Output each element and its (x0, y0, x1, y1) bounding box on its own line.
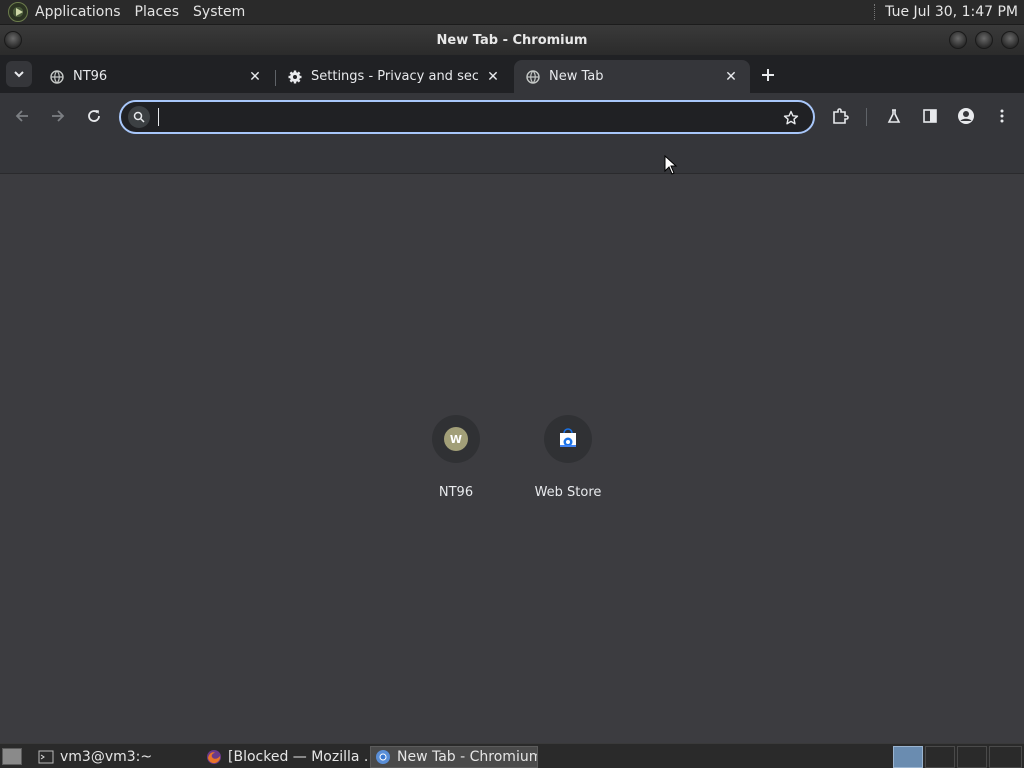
workspace-1[interactable] (893, 746, 923, 768)
places-menu[interactable]: Places (128, 0, 187, 24)
panel-menu-bar: Applications Places System (28, 0, 252, 24)
forward-button[interactable] (45, 103, 71, 129)
globe-icon (525, 69, 541, 85)
account-icon (958, 108, 974, 124)
workspace-3[interactable] (957, 746, 987, 768)
taskbar-label: New Tab - Chromium (397, 749, 538, 765)
terminal-icon (38, 750, 54, 764)
tab-settings[interactable]: Settings - Privacy and security ✕ (276, 60, 512, 93)
window-title: New Tab - Chromium (436, 32, 588, 48)
tab-strip: NT96 ✕ Settings - Privacy and security ✕… (0, 55, 1024, 93)
tab-title: New Tab (549, 69, 604, 84)
minimize-button[interactable] (949, 31, 967, 49)
top-panel: Applications Places System Tue Jul 30, 1… (0, 0, 1024, 25)
more-vert-icon (1000, 109, 1004, 123)
maximize-button[interactable] (975, 31, 993, 49)
close-tab-icon[interactable]: ✕ (722, 68, 740, 86)
tab-title: NT96 (73, 69, 108, 84)
side-panel-icon (923, 109, 937, 123)
flask-icon (887, 109, 901, 123)
arrow-right-icon (52, 110, 65, 122)
address-input[interactable] (157, 107, 767, 127)
new-tab-page: W NT96 Web Store (0, 175, 1024, 743)
applications-logo-icon[interactable] (8, 2, 28, 22)
show-desktop-icon[interactable] (2, 748, 22, 765)
toolbar-extension-area (0, 140, 1024, 174)
reload-button[interactable] (81, 103, 107, 129)
reload-icon (88, 110, 100, 122)
bookmark-star-icon[interactable] (781, 108, 801, 128)
window-menu-button[interactable] (4, 31, 22, 49)
back-button[interactable] (9, 103, 35, 129)
site-initial-badge: W (444, 427, 468, 451)
web-store-icon (560, 428, 576, 447)
shortcut-tile (544, 415, 592, 463)
taskbar-item-terminal[interactable]: vm3@vm3:~ (34, 746, 196, 768)
toolbar-divider (866, 108, 867, 126)
window-titlebar[interactable]: New Tab - Chromium (0, 25, 1024, 55)
tab-title: Settings - Privacy and security (311, 69, 478, 84)
address-bar[interactable] (119, 100, 815, 134)
gear-icon (287, 69, 303, 85)
close-tab-icon[interactable]: ✕ (246, 68, 264, 86)
close-tab-icon[interactable]: ✕ (484, 68, 502, 86)
workspace-4[interactable] (989, 746, 1022, 768)
taskbar-item-firefox[interactable]: [Blocked — Mozilla ... (202, 746, 368, 768)
text-caret (158, 108, 159, 126)
shortcut-tile: W (432, 415, 480, 463)
profile-button[interactable] (953, 103, 979, 129)
system-menu[interactable]: System (186, 0, 252, 24)
bottom-panel: vm3@vm3:~ [Blocked — Mozilla ... New Tab… (0, 743, 1024, 768)
tab-new-tab[interactable]: New Tab ✕ (514, 60, 750, 93)
chevron-down-icon (14, 71, 24, 78)
shortcut-web-store[interactable]: Web Store (512, 415, 624, 515)
panel-handle (874, 4, 877, 20)
menu-button[interactable] (989, 103, 1015, 129)
clock[interactable]: Tue Jul 30, 1:47 PM (885, 4, 1024, 20)
chromium-icon (376, 750, 390, 764)
applications-menu[interactable]: Applications (28, 0, 128, 24)
search-icon (128, 106, 150, 128)
plus-icon (762, 69, 774, 81)
shortcut-label: NT96 (438, 485, 474, 500)
tab-search-button[interactable] (6, 61, 32, 87)
firefox-icon (207, 750, 221, 764)
arrow-left-icon (15, 110, 28, 122)
extensions-button[interactable] (827, 103, 853, 129)
taskbar-item-chromium[interactable]: New Tab - Chromium (370, 746, 538, 768)
tab-nt96[interactable]: NT96 ✕ (38, 60, 274, 93)
side-panel-button[interactable] (917, 103, 943, 129)
shortcut-label: Web Store (534, 485, 602, 500)
workspace-2[interactable] (925, 746, 955, 768)
taskbar-label: [Blocked — Mozilla ... (228, 749, 368, 765)
globe-icon (49, 69, 65, 85)
labs-button[interactable] (881, 103, 907, 129)
new-tab-button[interactable] (756, 63, 780, 87)
taskbar-label: vm3@vm3:~ (60, 749, 153, 765)
mouse-cursor-icon (664, 155, 678, 175)
puzzle-icon (833, 108, 849, 124)
close-window-button[interactable] (1001, 31, 1019, 49)
shortcut-nt96[interactable]: W NT96 (400, 415, 512, 515)
